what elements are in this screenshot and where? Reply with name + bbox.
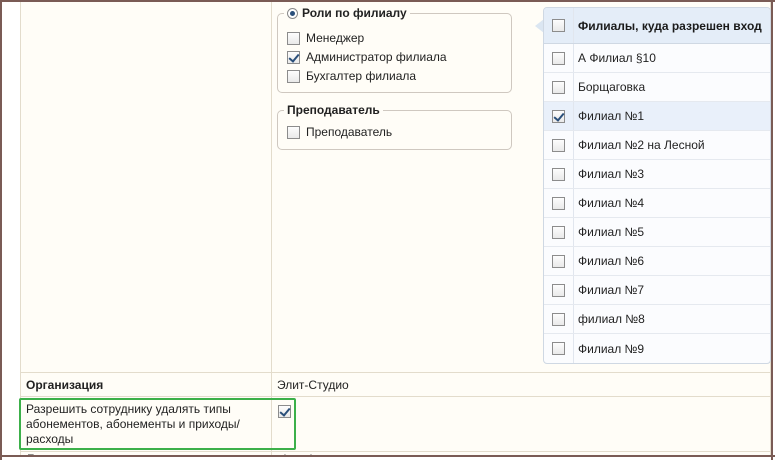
branch-label: Филиал №6 [578,254,645,268]
branches-table: Филиалы, куда разрешен вход А Филиал §10… [544,8,770,363]
row-divider [20,396,771,397]
row-divider [20,372,771,373]
branch-roles-group: Роли по филиалу Менеджер Администратор ф… [277,5,512,93]
branch-checkbox[interactable] [552,312,565,326]
column-divider-middle [271,2,272,455]
role-checkbox[interactable] [287,69,300,83]
branch-row[interactable]: Филиал №5 [544,218,770,247]
branch-checkbox[interactable] [552,225,565,239]
select-all-branches-checkbox[interactable] [552,19,565,32]
branches-table-header: Филиалы, куда разрешен вход [544,8,770,44]
branch-checkbox[interactable] [552,138,565,152]
branch-row[interactable]: А Филиал §10 [544,44,770,73]
branch-checkbox[interactable] [552,196,565,210]
role-checkbox[interactable] [287,50,300,64]
branch-checkbox[interactable] [552,254,565,268]
role-option-label: Бухгалтер филиала [306,69,417,83]
branch-label: Филиал №7 [578,283,645,297]
window-border-left [0,0,2,460]
branch-checkbox[interactable] [552,51,565,65]
role-option-label: Администратор филиала [306,50,447,64]
branch-checkbox[interactable] [552,342,565,355]
branch-label: А Филиал §10 [578,51,656,65]
highlight-annotation [19,398,296,450]
branch-label: Филиал №5 [578,225,645,239]
role-option-teacher[interactable]: Преподаватель [287,124,392,140]
role-checkbox[interactable] [287,31,300,45]
branches-popup: Филиалы, куда разрешен вход А Филиал §10… [543,7,771,364]
branch-label: Филиал №3 [578,167,645,181]
row-divider [20,451,771,452]
organization-value: Элит-Студио [277,378,349,392]
branch-label: Борщаговка [578,80,646,94]
teacher-group: Преподаватель Преподаватель [277,102,512,150]
role-checkbox[interactable] [287,125,300,139]
column-divider-left [20,2,21,455]
teacher-legend-label: Преподаватель [287,103,380,117]
organization-label: Организация [26,378,104,392]
branch-label: Филиал №1 [578,109,645,123]
branch-roles-legend-label: Роли по филиалу [302,6,407,20]
role-option-branch-admin[interactable]: Администратор филиала [287,49,447,65]
branch-label: филиал №8 [578,312,645,326]
branch-row[interactable]: филиал №8 [544,305,770,334]
branch-row[interactable]: Филиал №6 [544,247,770,276]
window-border-bottom [0,455,775,457]
branch-row[interactable]: Филиал №2 на Лесной [544,131,770,160]
role-option-manager[interactable]: Менеджер [287,30,364,46]
branch-checkbox[interactable] [552,283,565,297]
branches-header-label: Филиалы, куда разрешен вход [578,18,762,33]
branch-row[interactable]: Филиал №1 [544,102,770,131]
branch-roles-legend[interactable]: Роли по филиалу [284,5,410,21]
role-option-label: Преподаватель [306,125,393,139]
branch-label: Филиал №2 на Лесной [578,138,705,152]
teacher-legend: Преподаватель [284,102,383,118]
branch-roles-radio[interactable] [287,7,298,19]
branch-row[interactable]: Филиал №7 [544,276,770,305]
branch-row[interactable]: Филиал №4 [544,189,770,218]
branch-row[interactable]: Филиал №9 [544,334,770,363]
branch-row[interactable]: Борщаговка [544,73,770,102]
branch-label: Филиал №9 [578,341,645,356]
branch-checkbox[interactable] [552,109,565,123]
branch-label: Филиал №4 [578,196,645,210]
role-option-branch-accountant[interactable]: Бухгалтер филиала [287,68,416,84]
branch-checkbox[interactable] [552,80,565,94]
role-option-label: Менеджер [306,31,365,45]
branch-row[interactable]: Филиал №3 [544,160,770,189]
window-border-right [771,0,773,460]
branch-checkbox[interactable] [552,167,565,181]
